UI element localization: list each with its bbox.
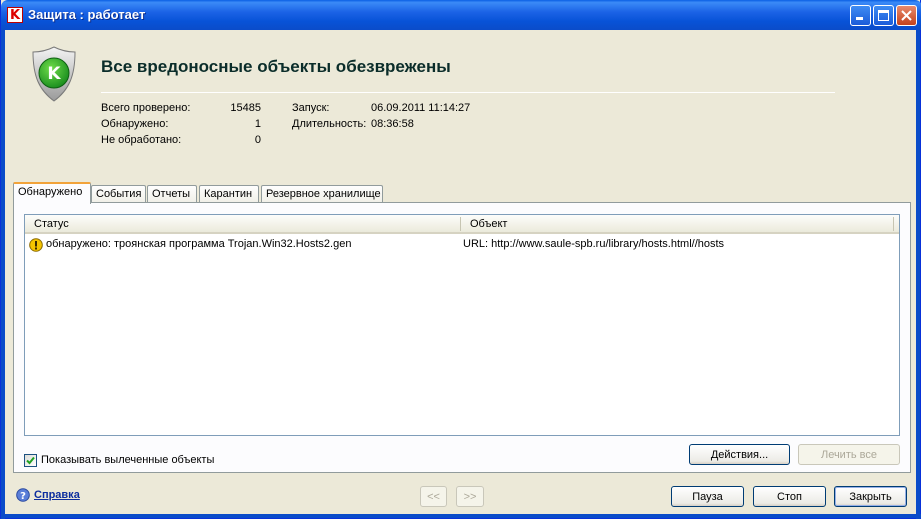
duration-label: Длительность: bbox=[292, 118, 367, 130]
scanned-label: Всего проверено: bbox=[101, 102, 191, 114]
row-object: URL: http://www.saule-spb.ru/library/hos… bbox=[463, 238, 725, 250]
stop-button[interactable]: Стоп bbox=[753, 486, 826, 507]
warning-icon bbox=[29, 238, 43, 252]
show-cured-label[interactable]: Показывать вылеченные объекты bbox=[41, 454, 214, 466]
maximize-button[interactable] bbox=[873, 5, 894, 26]
kaspersky-logo-icon: K bbox=[7, 7, 23, 23]
detected-objects-table[interactable]: Статус Объект обнаружено: троянская прог… bbox=[24, 214, 900, 436]
column-header-object[interactable]: Объект bbox=[470, 218, 507, 230]
help-icon[interactable]: ? bbox=[16, 488, 30, 502]
tab-panel: Статус Объект обнаружено: троянская прог… bbox=[13, 202, 911, 473]
launch-value: 06.09.2011 11:14:27 bbox=[371, 102, 471, 114]
close-button[interactable]: Закрыть bbox=[834, 486, 907, 507]
table-row[interactable]: обнаружено: троянская программа Trojan.W… bbox=[25, 236, 899, 254]
tab-events[interactable]: События bbox=[91, 185, 146, 203]
unprocessed-label: Не обработано: bbox=[101, 134, 182, 146]
svg-text:?: ? bbox=[20, 491, 26, 502]
column-divider[interactable] bbox=[460, 217, 461, 231]
next-button[interactable]: >> bbox=[456, 486, 484, 507]
show-cured-checkbox[interactable] bbox=[24, 454, 37, 467]
cure-all-button[interactable]: Лечить все bbox=[798, 444, 900, 465]
actions-button[interactable]: Действия... bbox=[689, 444, 790, 465]
table-header: Статус Объект bbox=[25, 215, 899, 234]
close-window-button[interactable] bbox=[896, 5, 917, 26]
window-frame-bottom bbox=[1, 514, 921, 518]
close-icon bbox=[901, 10, 912, 21]
previous-button[interactable]: << bbox=[420, 486, 447, 507]
checkmark-icon bbox=[26, 456, 35, 465]
svg-text:K: K bbox=[47, 64, 61, 84]
unprocessed-value: 0 bbox=[254, 134, 261, 146]
detected-value: 1 bbox=[254, 118, 261, 130]
status-headline: Все вредоносные объекты обезврежены bbox=[101, 57, 451, 76]
window-frame-left bbox=[1, 30, 5, 519]
protection-shield-icon: K bbox=[32, 46, 76, 102]
detected-label: Обнаружено: bbox=[101, 118, 169, 130]
column-divider[interactable] bbox=[893, 217, 894, 231]
launch-label: Запуск: bbox=[292, 102, 330, 114]
window-frame-right bbox=[916, 30, 920, 519]
minimize-button[interactable] bbox=[850, 5, 871, 26]
minimize-icon bbox=[856, 17, 863, 20]
window: K Защита : работает K Все вредоносные об… bbox=[0, 0, 921, 519]
maximize-icon bbox=[878, 10, 889, 21]
tab-reports[interactable]: Отчеты bbox=[147, 185, 197, 203]
help-link[interactable]: Справка bbox=[34, 489, 80, 501]
title-bar[interactable]: K Защита : работает bbox=[1, 0, 921, 30]
tab-backup[interactable]: Резервное хранилище bbox=[261, 185, 383, 203]
tab-quarantine[interactable]: Карантин bbox=[199, 185, 259, 203]
header-separator bbox=[101, 92, 835, 93]
window-title: Защита : работает bbox=[28, 7, 146, 22]
duration-value: 08:36:58 bbox=[371, 118, 414, 130]
scanned-value: 15485 bbox=[230, 102, 261, 114]
pause-button[interactable]: Пауза bbox=[671, 486, 744, 507]
tab-detected[interactable]: Обнаружено bbox=[13, 182, 91, 204]
column-header-status[interactable]: Статус bbox=[34, 218, 69, 230]
row-status: обнаружено: троянская программа Trojan.W… bbox=[46, 238, 352, 250]
